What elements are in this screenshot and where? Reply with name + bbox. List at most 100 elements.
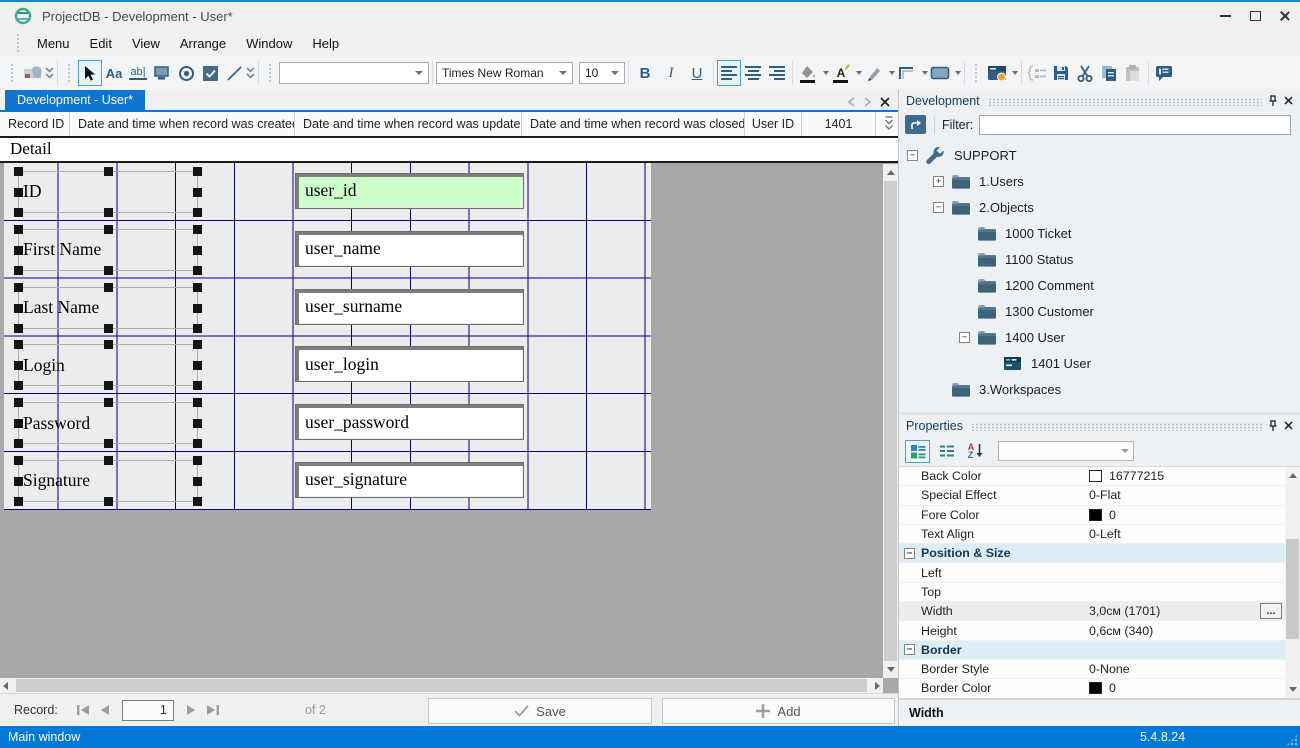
chevron-down-icon[interactable] [955,71,961,75]
tab-close-icon[interactable] [880,97,890,107]
selection-handle[interactable] [193,188,202,197]
tree-item-1400-user[interactable]: −1400 User [899,324,1300,350]
selection-handle[interactable] [14,324,23,333]
vertical-scroll-thumb[interactable] [884,181,897,661]
sort-alphabetical-button[interactable]: AZ [963,440,988,463]
filter-input[interactable] [979,115,1291,135]
toolbar-grip-3[interactable] [268,63,273,83]
tab-development-user[interactable]: Development - User* [5,90,145,110]
column-header-2[interactable]: Date and time when record was updated [295,112,522,136]
font-size-combobox[interactable]: 10 [579,62,625,84]
selection-handle[interactable] [193,167,202,176]
column-header-3[interactable]: Date and time when record was closed [522,112,745,136]
field-label-user_name[interactable]: First Name [18,229,198,271]
comment-button[interactable] [1152,60,1176,86]
panel-close-icon[interactable] [1284,421,1293,430]
selection-handle[interactable] [193,208,202,217]
horizontal-scroll-thumb[interactable] [16,679,867,692]
toolbar-grip-2[interactable] [67,63,72,83]
toolbar-overflow-chevron-1[interactable] [45,66,54,81]
property-value[interactable]: 0-Flat [1085,488,1285,502]
selection-handle[interactable] [104,381,113,390]
property-value[interactable]: 16777215 [1085,469,1285,483]
menu-item-edit[interactable]: Edit [80,33,122,54]
selection-handle[interactable] [193,225,202,234]
save-record-button[interactable]: Save [428,698,652,724]
selection-handle[interactable] [14,167,23,176]
selection-handle[interactable] [104,266,113,275]
selection-handle[interactable] [104,340,113,349]
selection-handle[interactable] [14,439,23,448]
selection-handle[interactable] [104,456,113,465]
maximize-button[interactable] [1240,5,1270,27]
tree-item-1100-status[interactable]: 1100 Status [899,246,1300,272]
font-family-combobox[interactable]: Times New Roman [436,62,573,84]
column-header-1[interactable]: Date and time when record was created [70,112,295,136]
selection-handle[interactable] [14,188,23,197]
property-row-back-color[interactable]: Back Color16777215 [899,467,1285,486]
pin-icon[interactable] [1268,420,1278,432]
field-label-user_login[interactable]: Login [18,344,198,386]
selection-handle[interactable] [104,439,113,448]
tree-item-2-objects[interactable]: −2.Objects [899,194,1300,220]
chevron-down-icon[interactable] [1012,71,1018,75]
fill-color-button[interactable] [796,60,820,86]
selection-handle[interactable] [193,398,202,407]
highlight-button[interactable] [862,60,886,86]
select-tool-button[interactable] [78,60,102,86]
designer-horizontal-scrollbar[interactable] [0,678,883,693]
column-header-4[interactable]: User ID [745,112,802,136]
option-tool-button[interactable] [174,60,198,86]
property-row-special-effect[interactable]: Special Effect0-Flat [899,486,1285,505]
property-row-text-align[interactable]: Text Align0-Left [899,525,1285,544]
textbox-user_name[interactable]: user_name [295,231,524,267]
property-value[interactable]: 0 [1085,681,1285,695]
selection-handle[interactable] [193,361,202,370]
selection-handle[interactable] [193,456,202,465]
selection-handle[interactable] [104,324,113,333]
tree-item-1200-comment[interactable]: 1200 Comment [899,272,1300,298]
selection-handle[interactable] [104,497,113,506]
field-label-user_password[interactable]: Password [18,402,198,444]
selection-handle[interactable] [193,246,202,255]
property-group-border[interactable]: −Border [899,641,1285,660]
selection-handle[interactable] [193,477,202,486]
align-right-button[interactable] [765,60,789,86]
selection-handle[interactable] [193,340,202,349]
previous-record-button[interactable] [94,699,116,721]
selection-handle[interactable] [14,246,23,255]
selection-handle[interactable] [193,419,202,428]
align-center-button[interactable] [741,60,765,86]
selection-handle[interactable] [193,304,202,313]
menu-item-arrange[interactable]: Arrange [170,33,236,54]
save-button[interactable] [1049,60,1073,86]
selection-handle[interactable] [14,456,23,465]
selection-handle[interactable] [193,283,202,292]
selection-handle[interactable] [14,381,23,390]
menubar-grip[interactable] [16,33,21,53]
outline-button[interactable] [1025,60,1049,86]
scroll-left-icon[interactable] [3,682,8,690]
toolbar-overflow-chevron-2[interactable] [246,66,255,81]
property-value[interactable]: 0 [1085,508,1285,522]
property-row-fore-color[interactable]: Fore Color0 [899,506,1285,525]
minimize-button[interactable] [1210,5,1240,27]
selection-handle[interactable] [14,266,23,275]
toolbar-grip-1[interactable] [10,63,15,83]
italic-button[interactable]: I [658,60,684,86]
menu-item-menu[interactable]: Menu [27,33,80,54]
property-value[interactable]: 0,6см (340) [1085,624,1285,638]
property-value[interactable]: 3,0см (1701) [1085,604,1285,618]
textbox-user_password[interactable]: user_password [295,404,524,440]
selection-handle[interactable] [14,283,23,292]
tree-item-1300-customer[interactable]: 1300 Customer [899,298,1300,324]
property-row-left[interactable]: Left [899,563,1285,582]
selection-handle[interactable] [104,167,113,176]
selection-handle[interactable] [14,208,23,217]
textbox-user_id[interactable]: user_id [295,173,524,209]
label-tool-button[interactable]: Aa [102,60,126,86]
column-header-5[interactable]: 1401 [802,112,876,136]
selection-handle[interactable] [104,208,113,217]
property-row-top[interactable]: Top [899,583,1285,602]
border-style-button[interactable] [928,60,952,86]
